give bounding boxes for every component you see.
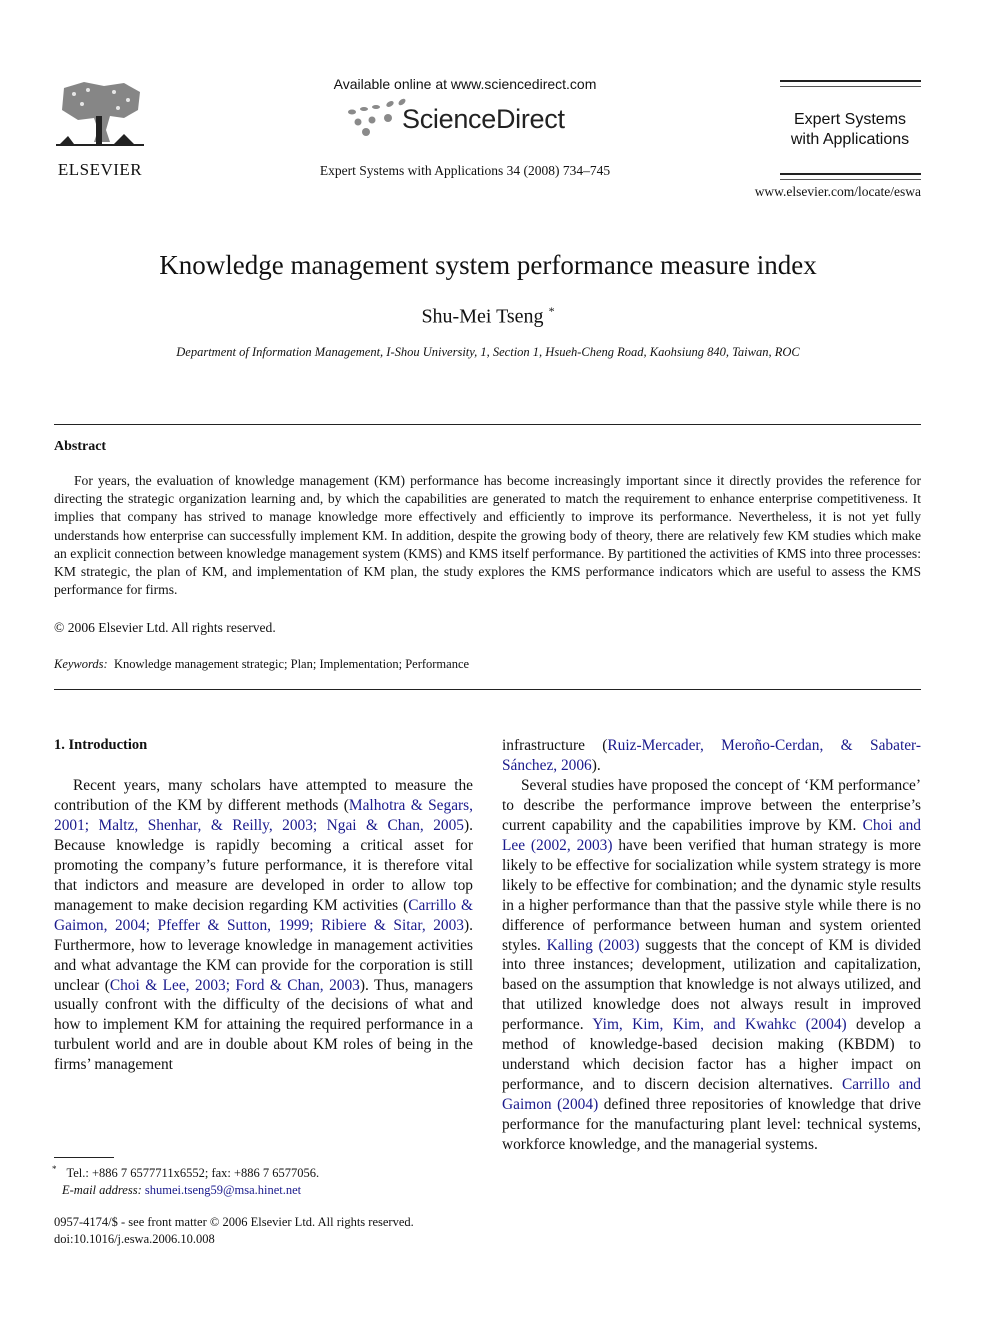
header-rule xyxy=(780,80,921,82)
keywords-label: Keywords: xyxy=(54,657,108,671)
platform-name[interactable]: ScienceDirect xyxy=(402,104,565,135)
abstract-body: For years, the evaluation of knowledge m… xyxy=(54,472,921,599)
citation-link[interactable]: Choi & Lee, 2003; Ford & Chan, 2003 xyxy=(110,977,360,994)
header-rule xyxy=(780,179,921,180)
abstract-text: For years, the evaluation of knowledge m… xyxy=(54,473,921,598)
journal-url-link[interactable]: www.elsevier.com/locate/eswa xyxy=(730,184,921,200)
publisher-name: ELSEVIER xyxy=(57,160,143,179)
front-matter: 0957-4174/$ - see front matter © 2006 El… xyxy=(54,1214,414,1248)
keywords-list: Knowledge management strategic; Plan; Im… xyxy=(113,657,470,671)
section-heading: 1. Introduction xyxy=(54,737,148,753)
footnote-rule xyxy=(54,1157,114,1158)
author-footnote-mark[interactable]: * xyxy=(549,304,555,318)
article-title: Knowledge management system performance … xyxy=(159,250,817,280)
affiliation: Department of Information Management, I-… xyxy=(176,345,800,359)
right-column: infrastructure (Ruiz-Mercader, Meroño-Ce… xyxy=(502,736,921,1155)
journal-name-line: Expert Systems xyxy=(793,111,907,128)
body-text: infrastructure ( xyxy=(502,737,608,754)
citation-link[interactable]: Yim, Kim, Kim, and Kwahkc (2004) xyxy=(592,1016,846,1033)
email-label: E-mail address: xyxy=(62,1183,142,1198)
header-rule xyxy=(780,173,921,175)
issn-line: 0957-4174/$ - see front matter © 2006 El… xyxy=(54,1215,414,1229)
divider xyxy=(54,424,921,425)
contact-info: Tel.: +886 7 6577711x6552; fax: +886 7 6… xyxy=(66,1166,320,1181)
keywords: Keywords: Knowledge management strategic… xyxy=(54,657,469,672)
footnote-mark: * xyxy=(52,1164,57,1174)
paragraph: Recent years, many scholars have attempt… xyxy=(54,776,473,1075)
author-name[interactable]: Shu-Mei Tseng xyxy=(421,306,543,328)
header-rule xyxy=(780,86,921,87)
author-line: Shu-Mei Tseng * xyxy=(0,304,976,329)
paragraph: Several studies have proposed the concep… xyxy=(502,776,921,1155)
email-link[interactable]: shumei.tseng59@msa.hinet.net xyxy=(145,1183,301,1197)
doi-link[interactable]: doi:10.1016/j.eswa.2006.10.008 xyxy=(54,1231,414,1248)
abstract-copyright: © 2006 Elsevier Ltd. All rights reserved… xyxy=(54,620,276,635)
paragraph: infrastructure (Ruiz-Mercader, Meroño-Ce… xyxy=(502,736,921,776)
footnote: * Tel.: +886 7 6577711x6552; fax: +886 7 … xyxy=(52,1161,320,1199)
citation-link[interactable]: Kalling (2003) xyxy=(547,937,640,954)
abstract-heading: Abstract xyxy=(54,439,107,454)
journal-name: Expert Systems with Applications xyxy=(770,110,930,150)
divider xyxy=(54,689,921,690)
left-column: Recent years, many scholars have attempt… xyxy=(54,776,473,1075)
elsevier-tree-logo-icon xyxy=(56,82,144,146)
journal-citation: Expert Systems with Applications 34 (200… xyxy=(319,163,611,178)
available-online-text[interactable]: Available online at www.sciencedirect.co… xyxy=(300,76,630,92)
body-text: Several studies have proposed the concep… xyxy=(502,776,921,834)
body-text: ). xyxy=(591,756,601,774)
journal-name-line: with Applications xyxy=(790,131,910,148)
